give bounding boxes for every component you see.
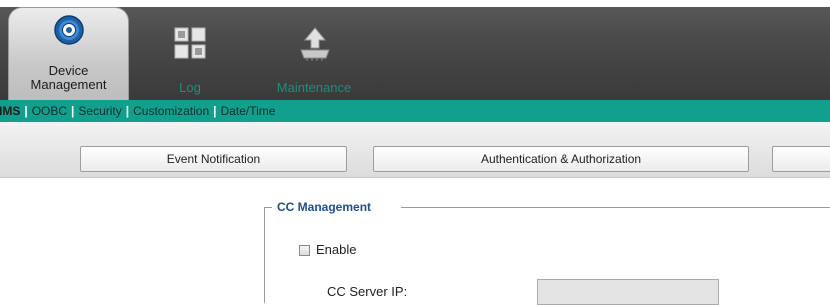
subnav-separator: | <box>71 104 75 118</box>
cc-management-legend: CC Management <box>277 200 372 214</box>
subnav-separator: | <box>24 104 28 118</box>
top-header: Device Management Log Maintenance <box>0 0 830 100</box>
third-section-button[interactable] <box>772 146 830 172</box>
subnav-item-customization[interactable]: Customization <box>133 100 209 122</box>
tab-label: Maintenance <box>276 80 352 95</box>
fieldset-border <box>401 207 830 208</box>
subnav-item-date-time[interactable]: Date/Time <box>221 100 276 122</box>
subnav-item-ims[interactable]: IMS <box>0 100 20 122</box>
tab-device-management[interactable]: Device Management <box>8 7 129 100</box>
subnav-item-security[interactable]: Security <box>78 100 121 122</box>
fieldset-border <box>264 207 265 303</box>
event-notification-button[interactable]: Event Notification <box>80 146 347 172</box>
sub-navigation: IMS | OOBC | Security | Customization | Date/Tim… <box>0 100 830 122</box>
tab-maintenance[interactable]: Maintenance <box>264 0 364 100</box>
grid-log-icon <box>174 27 206 62</box>
upload-chip-icon <box>298 26 332 65</box>
fieldset-border <box>264 207 272 208</box>
subnav-separator: | <box>213 104 217 118</box>
section-button-strip: Event Notification Authentication & Auth… <box>0 122 830 178</box>
enable-checkbox[interactable] <box>299 245 310 256</box>
tab-label-line2: Management <box>30 77 107 92</box>
authentication-authorization-button[interactable]: Authentication & Authorization <box>373 146 749 172</box>
enable-label: Enable <box>316 242 357 257</box>
cc-server-ip-input[interactable] <box>537 279 719 305</box>
cc-server-ip-label: CC Server IP: <box>327 284 408 299</box>
tab-label-line1: Device <box>48 63 89 78</box>
tab-log[interactable]: Log <box>160 0 220 100</box>
tab-label: Log <box>179 80 201 95</box>
subnav-separator: | <box>125 104 130 118</box>
gear-icon <box>53 14 85 49</box>
subnav-item-oobc[interactable]: OOBC <box>32 100 67 122</box>
